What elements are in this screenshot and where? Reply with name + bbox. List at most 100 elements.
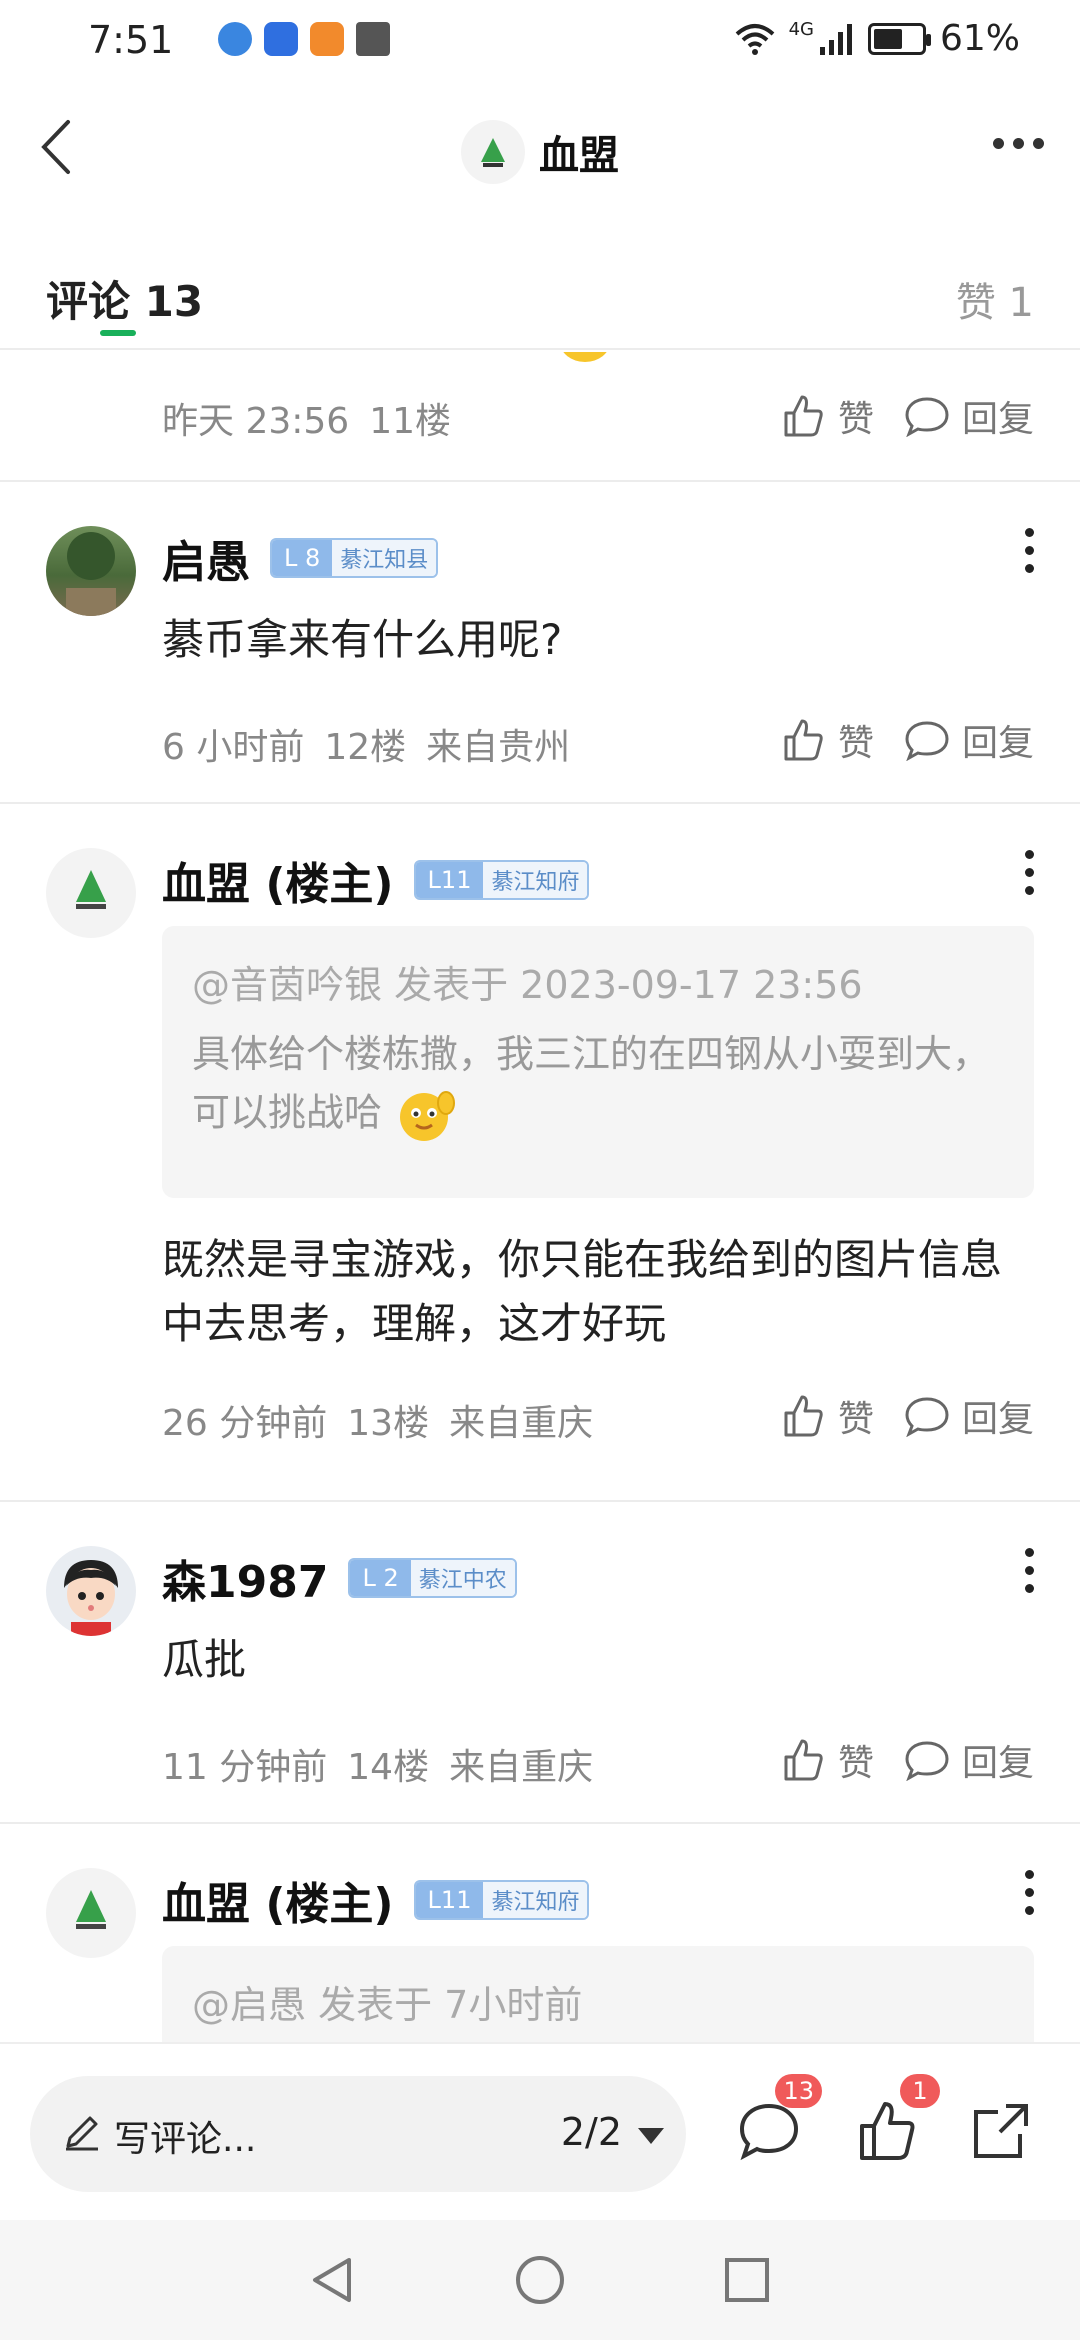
comment-header: 森1987 L 2 綦江中农 [162,1546,517,1610]
tab-comments[interactable]: 评论 13 [46,268,203,329]
status-right: 4G 61% [735,18,1020,59]
avatar[interactable] [46,848,136,938]
level-badge: L11 綦江知府 [413,860,590,900]
level-value: L11 [415,1882,484,1918]
comment-item: 森1987 L 2 綦江中农 瓜批 11 分钟前 14楼 来自重庆 赞 回复 [0,1502,1080,1824]
level-title: 綦江知县 [332,540,437,576]
group-logo [461,120,525,184]
tab-comments-label: 评论 [46,277,131,326]
write-comment-placeholder: 写评论... [114,2119,257,2160]
like-label: 赞 [837,1399,874,1440]
comment-time: 6 小时前 [162,727,305,768]
comment-more-icon[interactable] [1025,1870,1034,1915]
comment-more-icon[interactable] [1025,850,1034,895]
username[interactable]: 血盟 (楼主) [162,1868,394,1932]
tab-bar: 评论 13 赞 1 [0,250,1080,350]
quote-header: @音茵吟银 发表于 2023-09-17 23:56 [192,963,863,1007]
like-button[interactable]: 赞 [780,714,874,766]
comment-actions: 赞 回复 [780,1390,1034,1442]
reply-button[interactable]: 回复 [904,390,1034,442]
avatar[interactable] [46,1868,136,1958]
share-icon [974,2104,1028,2158]
reply-button[interactable]: 回复 [904,1734,1034,1786]
comment-more-icon[interactable] [1025,528,1034,573]
comment-meta: 昨天 23:56 11楼 [162,392,451,444]
browser-notification-icon [218,22,252,56]
comment-meta: 11 分钟前 14楼 来自重庆 [162,1738,593,1790]
pencil-icon [66,2116,98,2151]
reply-button[interactable]: 回复 [904,1390,1034,1442]
quoted-comment[interactable]: @音茵吟银 发表于 2023-09-17 23:56 具体给个楼栋撒，我三江的在… [162,926,1034,1198]
app-header: 血盟 [0,90,1080,210]
system-nav-bar [0,2220,1080,2340]
write-comment-input[interactable]: 写评论... 2/2 [30,2076,686,2192]
bulb-notification-icon [264,22,298,56]
header-title: 血盟 [539,133,619,179]
battery-percent: 61% [939,18,1020,59]
comment-text: 既然是寻宝游戏，你只能在我给到的图片信息中去思考，理解，这才好玩 [162,1235,1003,1348]
status-time: 7:51 [88,18,174,62]
level-title: 綦江知府 [483,862,588,898]
level-value: L 2 [350,1560,411,1596]
username[interactable]: 森1987 [162,1546,328,1610]
avatar[interactable] [46,1546,136,1636]
username[interactable]: 血盟 (楼主) [162,848,394,912]
like-button[interactable]: 赞 [780,1734,874,1786]
comment-floor: 11楼 [369,401,452,442]
reply-label: 回复 [961,723,1034,764]
level-badge: L 2 綦江中农 [348,1558,517,1598]
play-notification-icon [310,22,344,56]
reply-bubble-icon [905,721,949,761]
reply-button[interactable]: 回复 [904,714,1034,766]
header-center: 血盟 [0,120,1080,184]
comment-item: 血盟 (楼主) L11 綦江知府 @启愚 发表于 7小时前 [0,1824,1080,2042]
like-label: 赞 [837,399,874,440]
comment-meta: 6 小时前 12楼 来自贵州 [162,718,570,770]
comment-list[interactable]: 昨天 23:56 11楼 赞 回复 启愚 L 8 綦江知县 綦币拿来有什么用呢?… [0,352,1080,2042]
comment-location: 来自重庆 [449,1403,594,1444]
sdcard-notification-icon [356,22,390,56]
comment-text: 瓜批 [162,1635,247,1684]
like-button[interactable]: 赞 [780,1390,874,1442]
like-post-button[interactable]: 1 [852,2074,940,2166]
signal-icon [819,23,852,55]
comment-header: 启愚 L 8 綦江知县 [162,526,439,590]
comment-actions: 赞 回复 [780,714,1034,766]
nav-home-icon[interactable] [512,2252,568,2308]
comments-button[interactable]: 13 [734,2074,822,2166]
reply-label: 回复 [961,1743,1034,1784]
notification-icons [218,22,390,56]
comment-floor: 14楼 [347,1747,430,1788]
username[interactable]: 启愚 [162,526,250,590]
comment-location: 来自重庆 [449,1747,594,1788]
like-button[interactable]: 赞 [780,390,874,442]
thumbs-up-icon [784,395,823,437]
comment-time: 昨天 23:56 [162,401,350,442]
more-options-icon[interactable] [993,138,1044,149]
page-indicator[interactable]: 2/2 [561,2110,622,2154]
tab-likes[interactable]: 赞 1 [956,270,1034,328]
comment-count-badge: 13 [775,2074,822,2108]
thumbs-up-icon [784,719,823,761]
share-button[interactable] [966,2096,1036,2166]
comment-time: 26 分钟前 [162,1403,328,1444]
network-type: 4G [788,19,814,40]
quoted-comment[interactable]: @启愚 发表于 7小时前 [162,1946,1034,2042]
level-title: 綦江中农 [410,1560,515,1596]
waving-emoji-icon [400,1091,456,1141]
comment-item: 启愚 L 8 綦江知县 綦币拿来有什么用呢? 6 小时前 12楼 来自贵州 赞 … [0,482,1080,804]
comment-header: 血盟 (楼主) L11 綦江知府 [162,848,590,912]
avatar[interactable] [46,526,136,616]
nav-back-icon[interactable] [305,2252,361,2308]
wifi-icon [735,23,774,55]
comment-more-icon[interactable] [1025,1548,1034,1593]
dropdown-triangle-icon[interactable] [638,2128,664,2144]
comment-header: 血盟 (楼主) L11 綦江知府 [162,1868,590,1932]
emoji-partial [560,352,610,362]
quote-body: 具体给个楼栋撒，我三江的在四钢从小耍到大，可以挑战哈 [192,1025,1004,1147]
nav-recents-icon[interactable] [719,2252,775,2308]
level-value: L11 [415,862,484,898]
quote-text: 具体给个楼栋撒，我三江的在四钢从小耍到大，可以挑战哈 [192,1032,991,1135]
comment-actions: 赞 回复 [780,390,1034,442]
comment-meta: 26 分钟前 13楼 来自重庆 [162,1394,593,1446]
